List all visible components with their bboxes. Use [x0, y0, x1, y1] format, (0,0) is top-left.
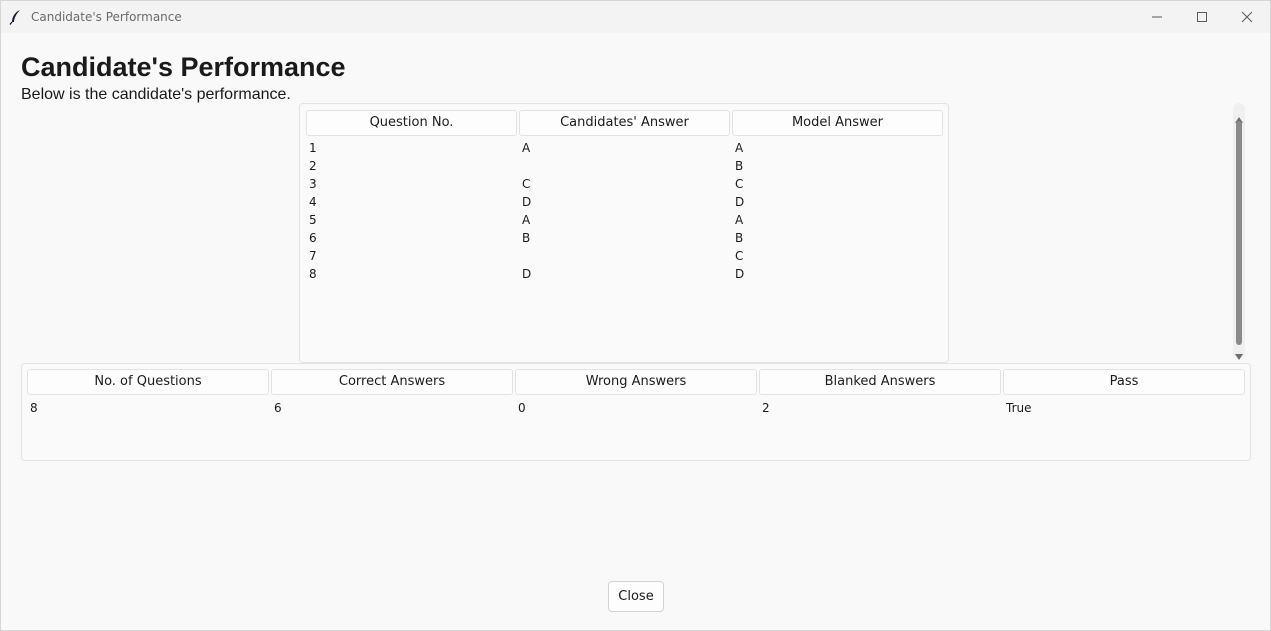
column-header-wrong-answers[interactable]: Wrong Answers — [515, 369, 757, 395]
window-close-button[interactable] — [1224, 1, 1270, 33]
model-answer-cell: C — [735, 177, 744, 191]
answers-table: Question No. Candidates' Answer Model An… — [299, 103, 949, 363]
title-bar: Candidate's Performance — [1, 1, 1270, 33]
question-no-cell: 8 — [309, 267, 317, 281]
page-subtitle: Below is the candidate's performance. — [21, 86, 291, 103]
column-header-no-of-questions[interactable]: No. of Questions — [27, 369, 269, 395]
maximize-button[interactable] — [1179, 1, 1225, 33]
close-button[interactable]: Close — [608, 581, 664, 612]
column-header-question-no[interactable]: Question No. — [306, 110, 517, 136]
column-header-model-answer[interactable]: Model Answer — [732, 110, 943, 136]
candidate-answer-cell: D — [522, 267, 532, 281]
question-no-cell: 5 — [309, 213, 317, 227]
feather-icon — [9, 9, 23, 25]
candidate-answer-cell: B — [522, 231, 531, 245]
blanked-answers-cell: 2 — [762, 401, 770, 415]
pass-cell: True — [1006, 401, 1032, 415]
no-of-questions-cell: 8 — [30, 401, 38, 415]
model-answer-cell: A — [735, 141, 744, 155]
candidate-answer-cell: A — [522, 141, 531, 155]
column-header-pass[interactable]: Pass — [1003, 369, 1245, 395]
correct-answers-cell: 6 — [274, 401, 282, 415]
question-no-cell: 3 — [309, 177, 317, 191]
wrong-answers-cell: 0 — [518, 401, 526, 415]
candidate-answer-cell: D — [522, 195, 532, 209]
candidate-answer-cell: A — [522, 213, 531, 227]
question-no-cell: 7 — [309, 249, 317, 263]
summary-table: No. of Questions Correct Answers Wrong A… — [21, 363, 1251, 461]
question-no-cell: 1 — [309, 141, 317, 155]
window-title: Candidate's Performance — [31, 10, 182, 24]
page-title: Candidate's Performance — [21, 52, 346, 82]
minimize-button[interactable] — [1134, 1, 1180, 33]
candidate-answer-cell: C — [522, 177, 531, 191]
question-no-cell: 6 — [309, 231, 317, 245]
question-no-cell: 2 — [309, 159, 317, 173]
vertical-scrollbar[interactable] — [1233, 103, 1245, 360]
column-header-candidates-answer[interactable]: Candidates' Answer — [519, 110, 730, 136]
column-header-blanked-answers[interactable]: Blanked Answers — [759, 369, 1001, 395]
column-header-correct-answers[interactable]: Correct Answers — [271, 369, 513, 395]
model-answer-cell: B — [735, 159, 744, 173]
app-window: Candidate's Performance Candidate's Perf… — [0, 0, 1271, 631]
model-answer-cell: C — [735, 249, 744, 263]
scrollbar-thumb[interactable] — [1236, 121, 1242, 345]
model-answer-cell: D — [735, 195, 745, 209]
question-no-cell: 4 — [309, 195, 317, 209]
model-answer-cell: B — [735, 231, 744, 245]
model-answer-cell: A — [735, 213, 744, 227]
model-answer-cell: D — [735, 267, 745, 281]
